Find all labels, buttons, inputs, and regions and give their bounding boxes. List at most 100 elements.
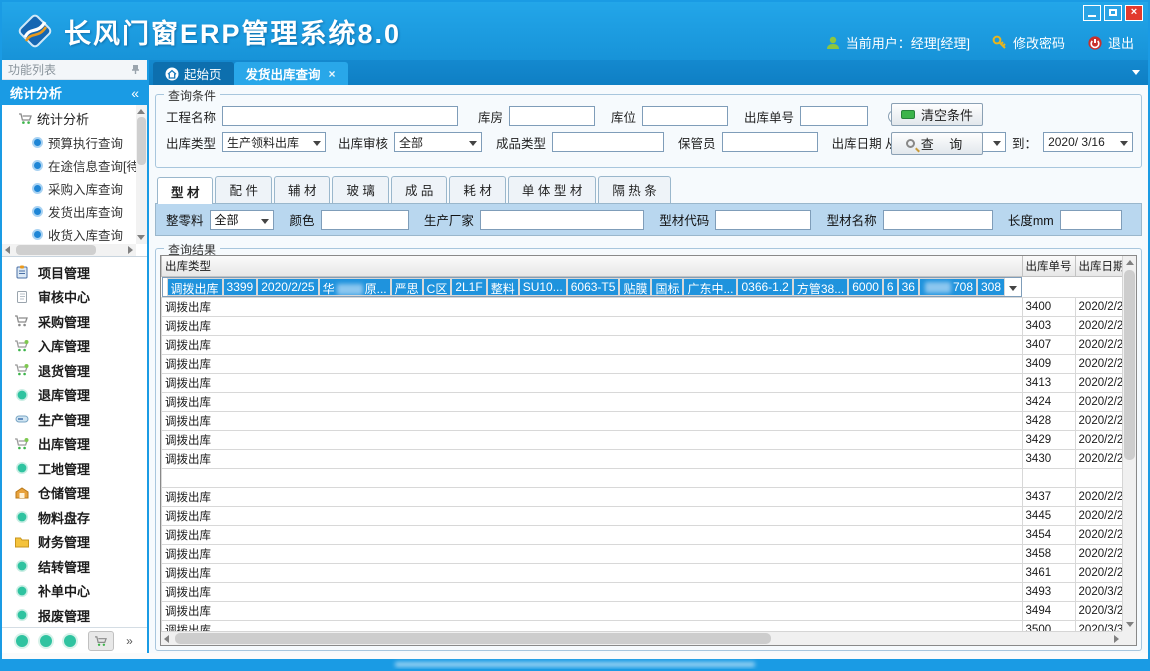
sidebar-item-退货管理[interactable]: 退货管理 — [2, 358, 147, 383]
filter-input[interactable] — [321, 210, 409, 230]
sidebar-item-label: 物料盘存 — [38, 508, 90, 527]
column-header[interactable]: 出库类型 — [162, 256, 1023, 277]
table-row[interactable]: 调拨出库34072020/2/25工工程严思G区1L1F整料光身料6063-T5… — [162, 336, 1123, 355]
bullet-icon — [32, 206, 43, 217]
filter-input[interactable] — [1060, 210, 1122, 230]
tab-list-dropdown-icon[interactable] — [1132, 70, 1140, 75]
logout-button[interactable]: 退出 — [1087, 33, 1134, 52]
pin-icon[interactable] — [130, 64, 141, 75]
change-password-button[interactable]: 修改密码 — [992, 33, 1065, 52]
material-tab[interactable]: 配 件 — [215, 176, 271, 203]
tree-item[interactable]: 在途信息查询[待 — [6, 154, 147, 177]
material-tab[interactable]: 型 材 — [157, 177, 213, 204]
sidebar-item-审核中心[interactable]: 审核中心 — [2, 285, 147, 310]
filter-select[interactable]: 全部 — [210, 210, 275, 230]
tree-root-item[interactable]: 统计分析 — [6, 107, 147, 131]
dot-icon — [14, 388, 30, 402]
tree-item[interactable]: 收货入库查询 — [6, 223, 147, 246]
material-tab[interactable]: 玻 璃 — [332, 176, 388, 203]
sidebar-section-header[interactable]: 统计分析 « — [2, 80, 147, 105]
minimize-button[interactable] — [1083, 5, 1101, 21]
table-row[interactable]: 调拨出库34282020/2/26石城陈琳G区2L4F整料KLM38176063… — [162, 412, 1123, 431]
module-dot-icon[interactable] — [16, 635, 28, 647]
sidebar-item-退库管理[interactable]: 退库管理 — [2, 383, 147, 408]
sidebar-item-补单中心[interactable]: 补单中心 — [2, 579, 147, 604]
table-row[interactable]: 调拨出库34932020/3/2华原...陈琳C区1L1F整料黑色塑料不贴膜国标… — [162, 583, 1123, 602]
outbound-type-select[interactable]: 生产领料出库 — [222, 132, 326, 152]
main-area: 起始页 发货出库查询 × 查询条件 工程名称 库房 库位 — [149, 60, 1148, 653]
material-tab[interactable]: 单 体 型 材 — [508, 176, 596, 203]
tab-home[interactable]: 起始页 — [153, 62, 234, 85]
date-to-picker[interactable]: 2020/ 3/16 — [1043, 132, 1133, 152]
function-list-header: 功能列表 — [2, 60, 147, 80]
sidebar-item-采购管理[interactable]: 采购管理 — [2, 309, 147, 334]
query-results-box: 查询结果 出库类型出库单号出库日期工程保管员库房库位整零料颜色材质表面处理膜厚生… — [155, 248, 1142, 651]
sidebar-item-物料盘存[interactable]: 物料盘存 — [2, 505, 147, 530]
warehouse-input[interactable] — [509, 106, 595, 126]
tree-item[interactable]: 预算执行查询 — [6, 131, 147, 154]
table-row[interactable]: 调拨出库34372020/2/27佛...陈琳B区3R8F整料PW056063-… — [162, 488, 1123, 507]
filter-input[interactable] — [715, 210, 811, 230]
table-horizontal-scrollbar[interactable] — [161, 631, 1122, 645]
table-row[interactable]: 调拨出库35002020/3/3工共工程曹佳D区3L1F整料LT3P606063… — [162, 621, 1123, 632]
keeper-input[interactable] — [722, 132, 818, 152]
column-header[interactable]: 出库日期 — [1075, 256, 1122, 277]
query-box-title: 查询条件 — [164, 87, 220, 104]
column-header[interactable]: 出库单号 — [1022, 256, 1075, 277]
table-row[interactable]: 调拨出库34292020/2/26石城陈琳G区5R2F整料KLM38176063… — [162, 431, 1123, 450]
table-row[interactable]: 调拨出库34092020/2/25长...陈琳B区2R5F整料LI35HD606… — [162, 355, 1123, 374]
audit-select[interactable]: 全部 — [394, 132, 482, 152]
tab-close-icon[interactable]: × — [329, 67, 336, 81]
material-tab[interactable]: 成 品 — [391, 176, 447, 203]
material-tab[interactable]: 隔 热 条 — [598, 176, 670, 203]
sidebar-item-结转管理[interactable]: 结转管理 — [2, 554, 147, 579]
material-tab[interactable]: 耗 材 — [449, 176, 505, 203]
table-vertical-scrollbar[interactable] — [1122, 256, 1136, 631]
location-input[interactable] — [642, 106, 728, 126]
maximize-button[interactable] — [1104, 5, 1122, 21]
sidebar-item-项目管理[interactable]: 项目管理 — [2, 260, 147, 285]
table-row[interactable]: 调拨出库34132020/2/26南...严思C区5R3F整料G71422606… — [162, 374, 1123, 393]
sidebar-item-出库管理[interactable]: 出库管理 — [2, 432, 147, 457]
tree-item[interactable]: 采购入库查询 — [6, 177, 147, 200]
table-row[interactable]: 调拨出库34302020/2/26石城陈琳G区3L3F整料KLM38176063… — [162, 450, 1123, 469]
warehouse-icon — [14, 486, 30, 500]
tab-shipping-outbound-query[interactable]: 发货出库查询 × — [234, 62, 348, 85]
material-tab[interactable]: 辅 材 — [274, 176, 330, 203]
clear-conditions-button[interactable]: 清空条件 — [891, 103, 983, 126]
filter-input[interactable] — [883, 210, 993, 230]
table-header-row: 出库类型出库单号出库日期工程保管员库房库位整零料颜色材质表面处理膜厚生产厂家型材… — [162, 256, 1123, 277]
app-logo-icon — [16, 12, 54, 55]
project-name-input[interactable] — [222, 106, 458, 126]
module-dot-icon[interactable] — [64, 635, 76, 647]
filter-input[interactable] — [480, 210, 644, 230]
collapse-icon[interactable]: « — [131, 85, 139, 101]
table-row[interactable]: 调拨出库34542020/2/28工共工程严思G区1R1F整料光身料6063-T… — [162, 526, 1123, 545]
tree-horizontal-scrollbar[interactable] — [2, 244, 136, 256]
table-row[interactable]: 调拨出库34612020/2/28华原...陈琳B区1R2F整料F8877FT6… — [162, 564, 1123, 583]
sidebar-item-工地管理[interactable]: 工地管理 — [2, 456, 147, 481]
sidebar-item-报废管理[interactable]: 报废管理 — [2, 603, 147, 627]
cart-module-button[interactable] — [88, 631, 114, 651]
sidebar-item-label: 仓储管理 — [38, 483, 90, 502]
sidebar-item-财务管理[interactable]: 财务管理 — [2, 530, 147, 555]
outbound-no-input[interactable] — [800, 106, 868, 126]
table-row[interactable]: 调拨出库34582020/2/28华原...陈琳C区4L1F整料光身料6063-… — [162, 545, 1123, 564]
table-row[interactable]: 调拨出库34002020/2/25华原...严思C区4L1F整料SU10...6… — [162, 298, 1123, 317]
tree-item[interactable]: 发货出库查询 — [6, 200, 147, 223]
table-row[interactable]: 调拨出库34242020/2/26工工程严思G区1L1F整料光身料6063-T5… — [162, 393, 1123, 412]
sidebar-item-生产管理[interactable]: 生产管理 — [2, 407, 147, 432]
search-button[interactable]: 查 询 — [891, 132, 983, 155]
product-type-input[interactable] — [552, 132, 664, 152]
close-button[interactable]: × — [1125, 5, 1143, 21]
sidebar-item-仓储管理[interactable]: 仓储管理 — [2, 481, 147, 506]
more-modules-button[interactable]: » — [126, 634, 133, 648]
table-row[interactable]: 调拨出库33992020/2/25华原...严思C区2L1F整料SU10...6… — [162, 277, 1023, 297]
tree-vertical-scrollbar[interactable] — [136, 105, 147, 244]
module-dot-icon[interactable] — [40, 635, 52, 647]
table-row[interactable]: 调拨出库34942020/3/2石辉城汤伟H区5R1F整料光身料6063-T5贴… — [162, 602, 1123, 621]
sidebar-item-入库管理[interactable]: 入库管理 — [2, 334, 147, 359]
table-row[interactable]: G区3L3F整料KLM38176063-T5贴膜国标山东华...GA90M09.… — [162, 469, 1123, 488]
table-row[interactable]: 调拨出库34032020/2/25工工程严思G区1R1F整料光身料6063-T5… — [162, 317, 1123, 336]
table-row[interactable]: 调拨出库34452020/2/27工共工程严思F区5R1F整料光身料6063-T… — [162, 507, 1123, 526]
